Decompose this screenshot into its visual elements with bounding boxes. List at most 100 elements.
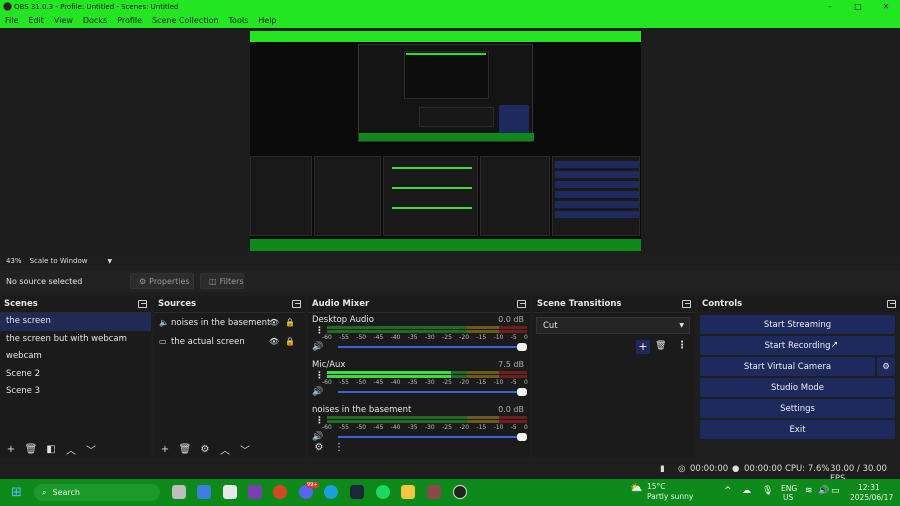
level-fill [327,371,451,374]
trash-icon[interactable]: 🗑 [24,444,38,455]
volume-fader[interactable] [338,388,527,396]
obs-logo-icon [3,2,12,11]
lock-icon[interactable]: 🔒 [285,337,295,346]
start-virtual-camera-button[interactable]: Start Virtual Camera [700,357,875,376]
close-button[interactable]: ✕ [872,0,900,13]
fader-knob[interactable] [517,343,527,351]
properties-button[interactable]: ⚙ Properties [130,273,194,289]
settings-button[interactable]: Settings [700,399,895,418]
language-secondary[interactable]: US [783,493,793,502]
edge-icon[interactable] [324,485,338,499]
search-label: Search [52,488,80,497]
spotify-icon[interactable] [376,485,390,499]
chevron-up-icon[interactable]: ^ [724,486,732,496]
lock-icon[interactable]: 🔒 [285,318,295,327]
scene-item[interactable]: the screen [0,313,151,331]
channel-db: 0.0 dB [498,315,524,324]
menu-scene-collection[interactable]: Scene Collection [147,16,224,25]
level-meter [327,371,527,374]
source-item[interactable]: 🔈 noises in the basement 👁 🔒 [154,313,305,332]
maximize-button[interactable]: □ [844,0,872,13]
chevron-down-icon[interactable]: ﹀ [84,442,98,457]
onenote-icon[interactable] [248,485,262,499]
kebab-menu-icon[interactable]: ⋮ [677,340,687,351]
level-meter [327,420,527,423]
scene-item[interactable]: Scene 3 [0,383,151,401]
minimize-button[interactable]: – [816,0,844,13]
zoom-percent: 43% [6,257,22,265]
filters-button[interactable]: ◫ Filters [200,273,244,289]
chevron-up-icon[interactable]: ︿ [218,442,232,457]
taskbar-search[interactable]: ⌕ Search [34,484,160,501]
start-streaming-button[interactable]: Start Streaming [700,315,895,334]
undock-icon[interactable] [292,300,301,308]
obs-taskbar-icon[interactable] [453,485,467,499]
transition-select[interactable]: Cut ▼ [536,317,690,334]
add-scene-icon[interactable]: + [4,444,18,455]
folder-icon[interactable] [401,485,415,499]
undock-icon[interactable] [682,300,691,308]
source-item[interactable]: ▭ the actual screen 👁 🔒 [154,332,305,351]
trash-icon[interactable]: 🗑 [178,444,192,455]
microphone-icon[interactable]: 🎙 [762,486,773,496]
tick-label: -10 [493,379,504,386]
menu-help[interactable]: Help [253,16,281,25]
steam-icon[interactable] [350,485,364,499]
clock-date[interactable]: 2025/06/17 [850,493,893,502]
gear-icon[interactable]: ⚙ [198,444,212,455]
battery-icon[interactable]: ▭ [831,486,840,496]
menu-view[interactable]: View [49,16,78,25]
trash-icon[interactable]: 🗑 [655,341,666,351]
copilot-icon[interactable] [197,485,211,499]
eye-icon[interactable]: 👁 [269,337,279,346]
clock-time[interactable]: 12:31 [858,483,880,492]
eye-icon[interactable]: 👁 [269,318,279,327]
fader-knob[interactable] [517,388,527,396]
exit-button[interactable]: Exit [700,420,895,439]
source-name: noises in the basement [171,317,271,328]
menu-tools[interactable]: Tools [224,16,254,25]
chevron-down-icon[interactable]: ﹀ [238,442,252,457]
undock-icon[interactable] [887,300,896,308]
store-icon[interactable] [223,485,237,499]
add-source-icon[interactable]: + [158,444,172,455]
menu-file[interactable]: File [0,16,23,25]
add-transition-icon[interactable]: + [636,340,650,354]
chevron-up-icon[interactable]: ︿ [64,442,78,457]
scene-item[interactable]: the screen but with webcam [0,331,151,349]
virtual-camera-settings-button[interactable]: ⚙ [877,357,895,376]
menu-docks[interactable]: Docks [78,16,112,25]
powerpoint-icon[interactable] [273,485,287,499]
game-icon[interactable] [427,485,441,499]
chevron-down-icon[interactable]: ▼ [107,258,112,265]
preview-area[interactable] [0,28,900,254]
scene-item[interactable]: Scene 2 [0,366,151,384]
filter-icon[interactable]: ◧ [44,444,58,455]
gear-icon[interactable]: ⚙ [312,442,326,453]
program-preview[interactable] [250,31,641,251]
undock-icon[interactable] [517,300,526,308]
tick-label: -15 [476,424,487,431]
cloud-icon[interactable]: ☁ [742,486,751,496]
undock-icon[interactable] [138,300,147,308]
file-explorer-icon[interactable] [172,485,186,499]
menu-profile[interactable]: Profile [112,16,147,25]
scene-item[interactable]: webcam [0,348,151,366]
tick-label: -20 [459,424,470,431]
start-recording-button[interactable]: Start Recording [700,336,895,355]
studio-mode-button[interactable]: Studio Mode [700,378,895,397]
kebab-menu-icon[interactable]: ⋮ [332,442,346,453]
tick-label: -5 [510,334,517,341]
volume-fader[interactable] [338,343,527,351]
wifi-icon[interactable]: ≋ [805,486,813,496]
weather-icon: ⛅ [630,483,643,494]
window-title: OBS 31.0.3 - Profile: Untitled - Scenes:… [14,2,179,11]
volume-icon[interactable]: 🔊 [312,387,323,397]
language-primary[interactable]: ENG [781,484,797,493]
tick-label: -10 [493,334,504,341]
windows-start-icon[interactable]: ⊞ [11,486,22,499]
zoom-mode-select[interactable]: Scale to Window [30,257,88,265]
volume-icon[interactable]: 🔊 [818,486,829,496]
menu-edit[interactable]: Edit [23,16,49,25]
volume-icon[interactable]: 🔊 [312,342,323,352]
